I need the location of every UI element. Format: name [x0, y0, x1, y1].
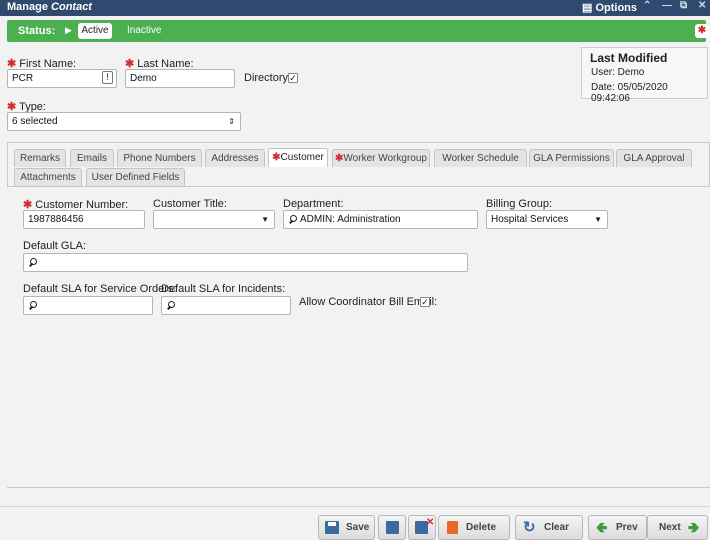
billing-group-label: Billing Group:: [486, 198, 553, 210]
next-button[interactable]: Next 🢂: [647, 515, 708, 540]
last-name-input[interactable]: Demo: [125, 69, 235, 88]
collapse-icon[interactable]: ⌃: [643, 0, 651, 11]
trash-icon: [447, 521, 458, 534]
last-modified-heading: Last Modified: [590, 51, 668, 65]
first-name-input[interactable]: PCR !: [7, 69, 117, 88]
arrow-right-icon: 🢂: [688, 519, 700, 535]
sla-incidents-lookup[interactable]: [161, 296, 291, 315]
tab-gla-permissions[interactable]: GLA Permissions: [529, 149, 614, 167]
contact-card-icon[interactable]: !: [102, 71, 113, 84]
allow-bill-email-checkbox[interactable]: ✓: [420, 297, 430, 307]
save-new-button[interactable]: [378, 515, 406, 540]
refresh-icon: ↻: [523, 519, 536, 536]
status-bar: Status: ▶ Active Inactive ✱: [7, 20, 709, 42]
sla-service-orders-lookup[interactable]: [23, 296, 153, 315]
window-title: Manage Contact: [7, 1, 92, 13]
directory-label: Directory:: [244, 72, 292, 84]
last-modified-date: Date: 05/05/2020 09:42:06: [591, 82, 668, 104]
window-titlebar: Manage Contact ▤ Options ⌃ — ⧉ ✕: [0, 0, 710, 16]
clear-button[interactable]: ↻ Clear: [515, 515, 583, 540]
last-modified-panel: Last Modified User: Demo Date: 05/05/202…: [581, 47, 708, 104]
status-active-button[interactable]: Active: [78, 23, 112, 39]
last-modified-user: User: Demo: [591, 67, 645, 78]
tab-customer[interactable]: ✱Customer: [268, 148, 328, 167]
tab-remarks[interactable]: Remarks: [14, 149, 66, 167]
allow-bill-email-label: Allow Coordinator Bill Email:: [299, 296, 438, 308]
popout-icon[interactable]: ⧉: [680, 0, 687, 11]
search-icon[interactable]: [166, 300, 175, 310]
customer-title-select[interactable]: ▼: [153, 210, 275, 229]
search-icon[interactable]: [28, 300, 37, 310]
directory-checkbox[interactable]: ✓: [288, 73, 298, 83]
status-arrow-icon: ▶: [65, 25, 72, 35]
dropdown-arrow-icon: ▼: [594, 215, 602, 224]
tab-worker-workgroup[interactable]: ✱Worker Workgroup: [332, 149, 430, 167]
billing-group-select[interactable]: Hospital Services ▼: [486, 210, 608, 229]
default-gla-label: Default GLA:: [23, 240, 86, 252]
customer-number-input[interactable]: 1987886456: [23, 210, 145, 229]
dropdown-arrow-icon: ▼: [261, 215, 269, 224]
sla-service-orders-label: Default SLA for Service Orders:: [23, 283, 177, 295]
tab-phone-numbers[interactable]: Phone Numbers: [117, 149, 202, 167]
tab-attachments[interactable]: Attachments: [14, 168, 82, 186]
delete-button[interactable]: Delete: [438, 515, 510, 540]
save-icon: [325, 521, 339, 534]
tab-gla-approval[interactable]: GLA Approval: [616, 149, 692, 167]
required-indicator-icon: ✱: [695, 24, 709, 38]
updown-icon: ⇕: [228, 117, 235, 126]
required-icon: ✱: [272, 152, 281, 163]
close-x-icon: ✕: [426, 517, 435, 528]
prev-button[interactable]: 🢀 Prev: [588, 515, 647, 540]
minimize-icon[interactable]: —: [662, 0, 672, 11]
customer-title-label: Customer Title:: [153, 198, 227, 210]
save-button[interactable]: Save: [318, 515, 375, 540]
save-close-button[interactable]: ✕: [408, 515, 436, 540]
arrow-left-icon: 🢀: [596, 519, 608, 535]
status-label: Status:: [18, 25, 56, 37]
type-select[interactable]: 6 selected ⇕: [7, 112, 241, 131]
tab-worker-schedule[interactable]: Worker Schedule: [434, 149, 527, 167]
footer-toolbar: Save ✕ Delete ↻ Clear 🢀 Prev Next 🢂: [0, 506, 710, 540]
tab-addresses[interactable]: Addresses: [205, 149, 265, 167]
tab-emails[interactable]: Emails: [70, 149, 114, 167]
close-icon[interactable]: ✕: [698, 0, 706, 11]
department-lookup[interactable]: ADMIN: Administration: [283, 210, 478, 229]
sla-incidents-label: Default SLA for Incidents:: [161, 283, 286, 295]
status-inactive-button[interactable]: Inactive: [127, 25, 161, 36]
default-gla-lookup[interactable]: [23, 253, 468, 272]
tab-user-defined-fields[interactable]: User Defined Fields: [86, 168, 185, 186]
customer-tab-body: [7, 186, 710, 487]
search-icon[interactable]: [288, 214, 297, 224]
save-new-icon: [386, 521, 399, 534]
search-icon[interactable]: [28, 257, 37, 267]
department-label: Department:: [283, 198, 344, 210]
options-menu[interactable]: ▤ Options: [582, 1, 637, 14]
